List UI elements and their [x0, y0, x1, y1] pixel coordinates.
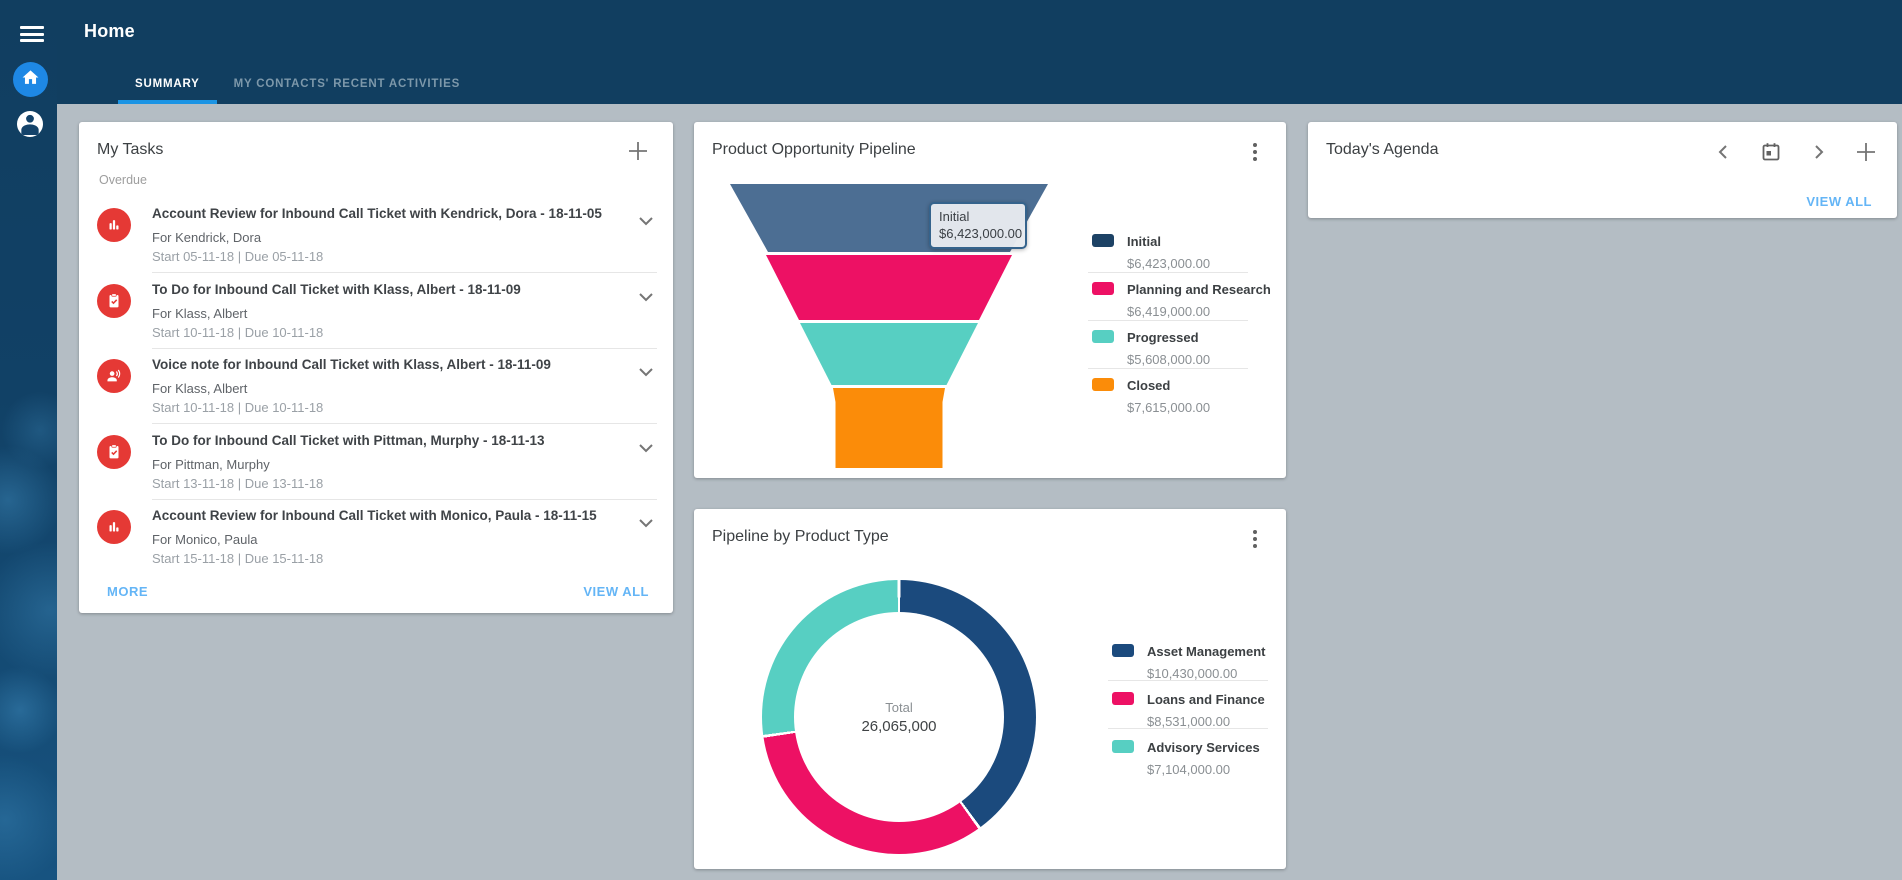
legend-item: Planning and Research $6,419,000.00 — [1092, 281, 1271, 319]
legend-item: Progressed $5,608,000.00 — [1092, 329, 1210, 367]
tab-bar: SUMMARY MY CONTACTS' RECENT ACTIVITIES — [118, 64, 477, 104]
add-agenda-icon[interactable] — [1856, 142, 1876, 162]
sidebar-item-profile[interactable] — [17, 111, 43, 137]
legend-label: Planning and Research — [1127, 282, 1271, 297]
menu-icon[interactable] — [20, 26, 44, 42]
legend-item: Advisory Services $7,104,000.00 — [1112, 739, 1260, 777]
task-for: For Pittman, Murphy — [152, 457, 270, 472]
legend-value: $8,531,000.00 — [1147, 714, 1265, 729]
view-all-button[interactable]: VIEW ALL — [583, 584, 649, 599]
tooltip-label: Initial — [939, 209, 1017, 224]
donut-total-value: 26,065,000 — [861, 718, 936, 735]
bar-chart-icon — [97, 208, 131, 242]
legend-item: Asset Management $10,430,000.00 — [1112, 643, 1265, 681]
page-title: Home — [84, 21, 135, 42]
todays-agenda-card: Today's Agenda VIEW ALL — [1308, 122, 1897, 218]
task-row[interactable]: Account Review for Inbound Call Ticket w… — [97, 205, 659, 275]
legend-swatch — [1092, 282, 1114, 295]
pipeline-by-product-type-card: Pipeline by Product Type Total 26,065,00… — [694, 509, 1286, 869]
task-row[interactable]: Voice note for Inbound Call Ticket with … — [97, 356, 659, 426]
legend-swatch — [1112, 692, 1134, 705]
left-sidebar — [0, 0, 57, 880]
legend-value: $10,430,000.00 — [1147, 666, 1265, 681]
task-title: Account Review for Inbound Call Ticket w… — [152, 507, 625, 524]
chevron-down-icon[interactable] — [639, 440, 653, 458]
task-title: To Do for Inbound Call Ticket with Klass… — [152, 281, 625, 298]
legend-label: Closed — [1127, 378, 1170, 393]
funnel-tooltip: Initial $6,423,000.00 — [929, 202, 1027, 249]
legend-label: Asset Management — [1147, 644, 1265, 659]
chevron-down-icon[interactable] — [639, 515, 653, 533]
overdue-section-label: Overdue — [99, 173, 147, 187]
clipboard-check-icon — [97, 284, 131, 318]
legend-label: Initial — [1127, 234, 1161, 249]
chevron-down-icon[interactable] — [639, 364, 653, 382]
legend-swatch — [1092, 330, 1114, 343]
legend-value: $7,104,000.00 — [1147, 762, 1260, 777]
chevron-left-icon[interactable] — [1718, 145, 1727, 159]
task-for: For Monico, Paula — [152, 532, 258, 547]
bar-chart-icon — [97, 510, 131, 544]
task-dates: Start 13-11-18 | Due 13-11-18 — [152, 476, 323, 491]
task-dates: Start 05-11-18 | Due 05-11-18 — [152, 249, 323, 264]
person-icon — [17, 111, 43, 137]
clipboard-check-icon — [97, 435, 131, 469]
task-for: For Klass, Albert — [152, 306, 247, 321]
legend-item: Closed $7,615,000.00 — [1092, 377, 1210, 415]
chevron-right-icon[interactable] — [1815, 145, 1824, 159]
task-row[interactable]: Account Review for Inbound Call Ticket w… — [97, 507, 659, 577]
tooltip-value: $6,423,000.00 — [939, 226, 1017, 241]
legend-swatch — [1112, 644, 1134, 657]
task-title: Account Review for Inbound Call Ticket w… — [152, 205, 625, 222]
my-tasks-card: My Tasks Overdue Account Review for Inbo… — [79, 122, 673, 613]
task-title: Voice note for Inbound Call Ticket with … — [152, 356, 625, 373]
legend-label: Progressed — [1127, 330, 1199, 345]
task-dates: Start 10-11-18 | Due 10-11-18 — [152, 400, 323, 415]
chevron-down-icon[interactable] — [639, 213, 653, 231]
funnel-segment-progressed[interactable] — [800, 323, 978, 385]
legend-swatch — [1092, 234, 1114, 247]
funnel-segment-planning[interactable] — [766, 255, 1012, 320]
app-header: Home SUMMARY MY CONTACTS' RECENT ACTIVIT… — [0, 0, 1902, 104]
agenda-view-all-button[interactable]: VIEW ALL — [1806, 194, 1872, 209]
task-title: To Do for Inbound Call Ticket with Pittm… — [152, 432, 625, 449]
chevron-down-icon[interactable] — [639, 289, 653, 307]
add-task-icon[interactable] — [627, 140, 649, 162]
product-opportunity-pipeline-card: Product Opportunity Pipeline Initial $6,… — [694, 122, 1286, 478]
sidebar-item-home[interactable] — [13, 62, 48, 97]
legend-item: Initial $6,423,000.00 — [1092, 233, 1210, 271]
my-tasks-title: My Tasks — [97, 141, 163, 159]
legend-value: $5,608,000.00 — [1127, 352, 1210, 367]
legend-label: Loans and Finance — [1147, 692, 1265, 707]
donut-chart[interactable]: Total 26,065,000 — [762, 580, 1036, 854]
legend-value: $7,615,000.00 — [1127, 400, 1210, 415]
task-dates: Start 10-11-18 | Due 10-11-18 — [152, 325, 323, 340]
donut-total-label: Total — [885, 700, 912, 715]
legend-value: $6,419,000.00 — [1127, 304, 1271, 319]
product-type-card-title: Pipeline by Product Type — [712, 528, 889, 546]
agenda-title: Today's Agenda — [1326, 141, 1438, 159]
task-for: For Kendrick, Dora — [152, 230, 261, 245]
task-for: For Klass, Albert — [152, 381, 247, 396]
kebab-menu-icon[interactable] — [1246, 527, 1264, 551]
voice-note-icon — [97, 359, 131, 393]
home-icon — [21, 68, 40, 92]
legend-label: Advisory Services — [1147, 740, 1260, 755]
tab-my-contacts-recent-activities[interactable]: MY CONTACTS' RECENT ACTIVITIES — [217, 64, 478, 104]
tab-summary[interactable]: SUMMARY — [118, 64, 217, 104]
calendar-icon[interactable] — [1761, 142, 1781, 162]
more-button[interactable]: MORE — [107, 584, 148, 599]
legend-value: $6,423,000.00 — [1127, 256, 1210, 271]
legend-swatch — [1112, 740, 1134, 753]
task-row[interactable]: To Do for Inbound Call Ticket with Klass… — [97, 281, 659, 351]
legend-item: Loans and Finance $8,531,000.00 — [1112, 691, 1265, 729]
legend-swatch — [1092, 378, 1114, 391]
funnel-segment-closed[interactable] — [833, 388, 945, 468]
task-dates: Start 15-11-18 | Due 15-11-18 — [152, 551, 323, 566]
task-row[interactable]: To Do for Inbound Call Ticket with Pittm… — [97, 432, 659, 502]
